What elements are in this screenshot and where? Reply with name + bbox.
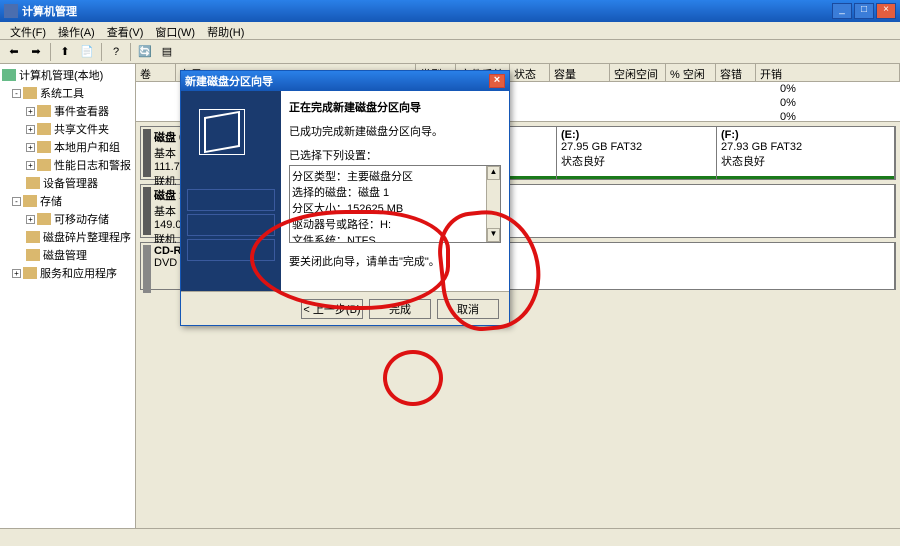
tree-shared[interactable]: +共享文件夹 <box>2 120 133 138</box>
list-button[interactable]: ▤ <box>157 42 177 62</box>
col-free[interactable]: 空闲空间 <box>610 64 666 81</box>
wizard-title: 新建磁盘分区向导 <box>185 73 273 89</box>
wizard-summary[interactable]: 分区类型：主要磁盘分区 选择的磁盘：磁盘 1 分区大小：152625 MB 驱动… <box>289 165 501 243</box>
wizard-titlebar: 新建磁盘分区向导 × <box>181 71 509 91</box>
new-partition-wizard: 新建磁盘分区向导 × 正在完成新建磁盘分区向导 已成功完成新建磁盘分区向导。 已… <box>180 70 510 326</box>
wizard-back-button[interactable]: < 上一步(B) <box>301 299 363 319</box>
menu-file[interactable]: 文件(F) <box>4 22 52 39</box>
summary-scrollbar[interactable]: ▲ ▼ <box>486 166 500 242</box>
wizard-done-text: 已成功完成新建磁盘分区向导。 <box>289 123 501 139</box>
wizard-icon <box>199 109 245 155</box>
close-button[interactable]: × <box>876 3 896 19</box>
tree-storage[interactable]: -存储 <box>2 192 133 210</box>
tree-defrag[interactable]: 磁盘碎片整理程序 <box>2 228 133 246</box>
props-button[interactable]: 📄 <box>77 42 97 62</box>
wizard-footer: < 上一步(B) 完成 取消 <box>181 291 509 325</box>
wizard-closing-text: 要关闭此向导，请单击"完成"。 <box>289 253 501 269</box>
menu-help[interactable]: 帮助(H) <box>201 22 250 39</box>
partition-e[interactable]: (E:) 27.95 GB FAT32 状态良好 <box>557 127 717 179</box>
wizard-heading: 正在完成新建磁盘分区向导 <box>289 99 501 115</box>
tree-perf[interactable]: +性能日志和警报 <box>2 156 133 174</box>
wizard-finish-button[interactable]: 完成 <box>369 299 431 319</box>
tree-users[interactable]: +本地用户和组 <box>2 138 133 156</box>
menu-action[interactable]: 操作(A) <box>52 22 101 39</box>
col-cap[interactable]: 容量 <box>550 64 610 81</box>
col-pct[interactable]: % 空闲 <box>666 64 716 81</box>
col-status[interactable]: 状态 <box>510 64 550 81</box>
refresh-button[interactable]: 🔄 <box>135 42 155 62</box>
tree-diskmgmt[interactable]: 磁盘管理 <box>2 246 133 264</box>
tree-services[interactable]: +服务和应用程序 <box>2 264 133 282</box>
back-button[interactable]: ⬅ <box>4 42 24 62</box>
window-title: 计算机管理 <box>22 3 832 19</box>
app-icon <box>4 4 18 18</box>
tree-devmgr[interactable]: 设备管理器 <box>2 174 133 192</box>
maximize-button[interactable]: □ <box>854 3 874 19</box>
tree-eventviewer[interactable]: +事件查看器 <box>2 102 133 120</box>
main-titlebar: 计算机管理 _ □ × <box>0 0 900 22</box>
toolbar: ⬅ ➡ ⬆ 📄 ? 🔄 ▤ <box>0 40 900 64</box>
tree-root[interactable]: 计算机管理(本地) <box>2 66 133 84</box>
wizard-selected-label: 已选择下列设置： <box>289 147 501 163</box>
menu-view[interactable]: 查看(V) <box>101 22 150 39</box>
minimize-button[interactable]: _ <box>832 3 852 19</box>
row-oh: 0% <box>780 83 796 95</box>
col-ft[interactable]: 容错 <box>716 64 756 81</box>
partition-f[interactable]: (F:) 27.93 GB FAT32 状态良好 <box>717 127 895 179</box>
col-vol[interactable]: 卷 <box>136 64 176 81</box>
wizard-cancel-button[interactable]: 取消 <box>437 299 499 319</box>
tree-removable[interactable]: +可移动存储 <box>2 210 133 228</box>
wizard-content: 正在完成新建磁盘分区向导 已成功完成新建磁盘分区向导。 已选择下列设置： 分区类… <box>281 91 509 291</box>
col-oh[interactable]: 开销 <box>756 64 900 81</box>
tree-systools[interactable]: -系统工具 <box>2 84 133 102</box>
forward-button[interactable]: ➡ <box>26 42 46 62</box>
wizard-sidebar <box>181 91 281 291</box>
menubar: 文件(F) 操作(A) 查看(V) 窗口(W) 帮助(H) <box>0 22 900 40</box>
nav-tree[interactable]: 计算机管理(本地) -系统工具 +事件查看器 +共享文件夹 +本地用户和组 +性… <box>0 64 136 546</box>
row-oh: 0% <box>780 97 796 109</box>
statusbar <box>0 528 900 546</box>
wizard-close-button[interactable]: × <box>489 74 505 88</box>
up-button[interactable]: ⬆ <box>55 42 75 62</box>
menu-window[interactable]: 窗口(W) <box>149 22 201 39</box>
help-button[interactable]: ? <box>106 42 126 62</box>
